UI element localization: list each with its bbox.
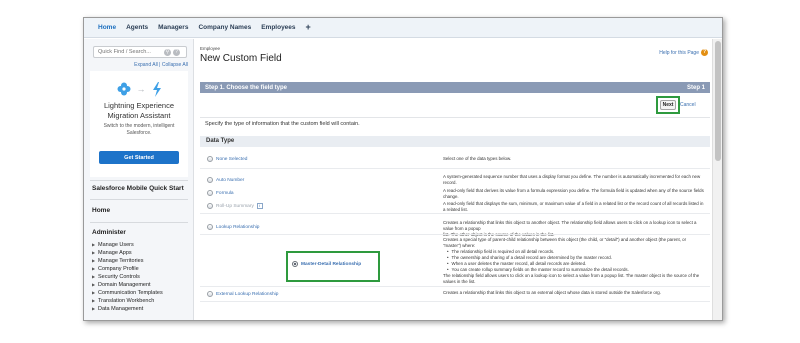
step-title: Step 1. Choose the field type (205, 84, 288, 91)
sidebar-item-domain-management[interactable]: ▶ Domain Management (92, 281, 163, 289)
radio-external-lookup-relationship[interactable] (207, 291, 213, 297)
radio-formula[interactable] (207, 190, 213, 196)
lightning-bolt-icon (152, 81, 161, 97)
external-lookup-description: Creates a relationship that links this o… (443, 290, 661, 295)
migration-assistant-card: → Lightning Experience Migration Assista… (90, 71, 188, 177)
sidebar-item-security-controls[interactable]: ▶ Security Controls (92, 273, 163, 281)
tab-employees[interactable]: Employees (261, 24, 295, 31)
radio-none-selected[interactable] (207, 156, 213, 162)
option-none-selected[interactable]: None Selected (207, 156, 247, 162)
none-selected-description: Select one of the data types below. (443, 156, 512, 161)
sidebar-item-manage-apps[interactable]: ▶ Manage Apps (92, 249, 163, 257)
search-icon[interactable]: ⚲ (164, 48, 171, 56)
get-started-button[interactable]: Get Started (99, 151, 179, 164)
radio-auto-number[interactable] (207, 177, 213, 183)
cancel-link[interactable]: Cancel (680, 102, 696, 108)
row-divider (200, 213, 710, 214)
administer-heading: Administer (92, 229, 126, 236)
divider (200, 117, 710, 118)
object-breadcrumb: Employee (200, 46, 221, 51)
vertical-scrollbar[interactable] (712, 39, 722, 320)
row-divider (200, 286, 710, 287)
row-divider (200, 301, 710, 302)
instruction-text: Specify the type of information that the… (205, 121, 360, 127)
tab-company-names[interactable]: Company Names (198, 24, 251, 31)
master-detail-description: Creates a special type of parent-child r… (443, 237, 705, 285)
divider (90, 222, 188, 223)
next-highlight-box (656, 96, 680, 114)
help-link[interactable]: Help for this Page ? (659, 49, 708, 56)
formula-description: A read-only field that derives its value… (443, 188, 704, 199)
info-icon[interactable]: i (256, 203, 263, 209)
tab-managers[interactable]: Managers (158, 24, 188, 31)
rollup-description: A read-only field that displays the sum,… (443, 201, 704, 212)
step-number: Step 1 (686, 84, 705, 91)
auto-number-description: A system-generated sequence number that … (443, 174, 701, 185)
row-divider (200, 234, 710, 235)
tab-agents[interactable]: Agents (126, 24, 148, 31)
option-formula[interactable]: Formula (207, 190, 234, 196)
sidebar-item-communication-templates[interactable]: ▶ Communication Templates (92, 289, 163, 297)
sidebar-item-company-profile[interactable]: ▶ Company Profile (92, 265, 163, 273)
sidebar-home-link[interactable]: Home (92, 207, 110, 214)
radio-rollup-summary (207, 203, 213, 209)
help-icon[interactable]: ? (173, 48, 180, 56)
migration-title: Lightning Experience Migration Assistant (103, 101, 175, 120)
quick-find-input[interactable] (98, 49, 162, 55)
add-tab-icon[interactable]: + (306, 23, 311, 32)
migration-icons: → (90, 81, 188, 97)
radio-master-detail-relationship[interactable] (292, 261, 298, 267)
divider (90, 199, 188, 200)
classic-cloud-icon (117, 82, 130, 96)
master-detail-bullets: The relationship field is required on al… (443, 249, 705, 273)
page-title: New Custom Field (200, 53, 282, 64)
radio-lookup-relationship[interactable] (207, 224, 213, 230)
option-master-detail-relationship[interactable]: Master-Detail Relationship (292, 261, 361, 267)
sidebar-item-manage-territories[interactable]: ▶ Manage Territories (92, 257, 163, 265)
step-header: Step 1. Choose the field type Step 1 (200, 82, 710, 93)
migration-subtitle: Switch to the modern, intelligent Salesf… (103, 123, 175, 136)
lookup-description: Creates a relationship that links this o… (443, 220, 697, 237)
option-external-lookup-relationship[interactable]: External Lookup Relationship (207, 291, 278, 297)
sidebar: ⚲ ? Expand All | Collapse All → Lightnin (84, 39, 194, 320)
arrow-right-icon: → (136, 84, 146, 94)
tab-home[interactable]: Home (98, 24, 116, 31)
sidebar-item-manage-users[interactable]: ▶ Manage Users (92, 241, 163, 249)
top-nav: Home Agents Managers Company Names Emplo… (84, 18, 722, 38)
quick-find: ⚲ ? (93, 46, 187, 58)
sidebar-item-data-management[interactable]: ▶ Data Management (92, 305, 163, 313)
main-content: Employee New Custom Field Help for this … (195, 39, 712, 320)
mobile-quick-start-link[interactable]: Salesforce Mobile Quick Start (92, 185, 184, 192)
scrollbar-thumb[interactable] (715, 41, 721, 161)
data-type-section-header: Data Type (200, 136, 710, 147)
administer-list: ▶ Manage Users ▶ Manage Apps ▶ Manage Terri… (92, 241, 163, 313)
help-icon[interactable]: ? (701, 49, 708, 56)
option-auto-number[interactable]: Auto Number (207, 177, 244, 183)
option-rollup-summary: Roll-Up Summary i (207, 203, 263, 209)
expand-collapse-links[interactable]: Expand All | Collapse All (84, 62, 194, 68)
sidebar-item-translation-workbench[interactable]: ▶ Translation Workbench (92, 297, 163, 305)
option-lookup-relationship[interactable]: Lookup Relationship (207, 224, 259, 230)
divider (90, 180, 188, 181)
browser-frame: Home Agents Managers Company Names Emplo… (83, 17, 723, 321)
row-divider (200, 168, 710, 169)
